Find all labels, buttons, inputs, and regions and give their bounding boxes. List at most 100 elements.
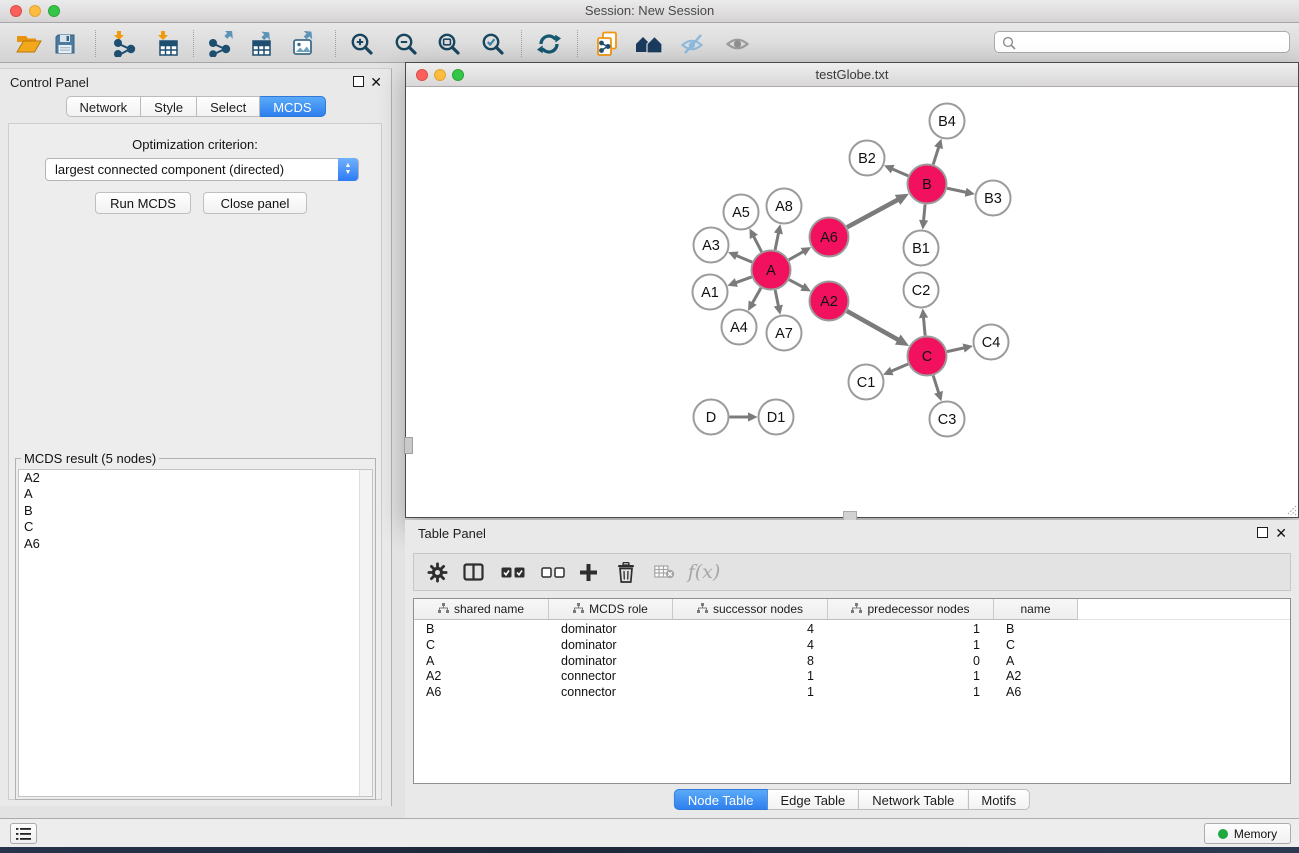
table-close-panel-icon[interactable]: ✕ [1275,527,1287,539]
mcds-result-list[interactable]: A2ABCA6 [18,469,373,797]
minimize-traffic-light[interactable] [29,5,41,17]
delete-column-button[interactable] [614,554,638,590]
import-network-button[interactable] [104,28,142,59]
graph-edge-B-B1[interactable] [924,204,926,221]
table-float-panel-icon[interactable] [1257,527,1268,538]
export-network-button[interactable] [202,28,240,59]
graph-edge-A-A8[interactable] [775,232,779,249]
tab-node-table[interactable]: Node Table [674,789,768,810]
close-panel-button[interactable]: Close panel [203,192,307,214]
export-table-button[interactable] [244,28,282,59]
table-cell[interactable]: 1 [828,621,994,637]
table-cell[interactable]: 1 [673,684,828,700]
column-header-predecessor-nodes[interactable]: predecessor nodes [828,599,994,620]
column-header-shared-name[interactable]: shared name [414,599,549,620]
table-cell[interactable]: C [414,637,549,653]
search-input[interactable] [1019,33,1285,53]
graph-edge-A2-C[interactable] [847,311,899,340]
table-cell[interactable]: A [994,653,1078,669]
add-column-button[interactable] [576,554,600,590]
graph-edge-C-C1[interactable] [891,364,908,371]
network-zoom-traffic-light[interactable] [452,69,464,81]
run-mcds-button[interactable]: Run MCDS [95,192,191,214]
result-list-item[interactable]: A [19,486,372,502]
table-cell[interactable]: 8 [673,653,828,669]
table-cell[interactable]: 1 [828,684,994,700]
table-cell[interactable]: dominator [549,621,673,637]
table-cell[interactable]: connector [549,668,673,684]
table-cell[interactable]: 4 [673,621,828,637]
tab-edge-table[interactable]: Edge Table [767,789,859,810]
zoom-selected-button[interactable] [474,28,512,59]
refresh-view-button[interactable] [530,28,568,59]
tab-mcds[interactable]: MCDS [260,96,325,117]
table-cell[interactable]: 1 [673,668,828,684]
select-all-button[interactable] [500,554,526,590]
show-all-button[interactable] [718,28,756,59]
hide-selected-button[interactable] [673,28,711,59]
zoom-out-button[interactable] [387,28,425,59]
table-cell[interactable]: A6 [994,684,1078,700]
table-cell[interactable]: 4 [673,637,828,653]
tab-motifs[interactable]: Motifs [968,789,1030,810]
show-columns-button[interactable] [461,554,485,590]
result-list-item[interactable]: C [19,519,372,535]
vertical-scrollbar-thumb[interactable] [404,437,413,454]
graph-edge-A-A6[interactable] [789,251,804,260]
graph-edge-A-A4[interactable] [752,288,761,304]
network-close-traffic-light[interactable] [416,69,428,81]
graph-edge-A-A7[interactable] [775,290,778,306]
table-cell[interactable]: A2 [414,668,549,684]
graph-edge-A6-B[interactable] [847,199,898,227]
zoom-in-button[interactable] [343,28,381,59]
column-header-successor-nodes[interactable]: successor nodes [673,599,828,620]
table-cell[interactable]: 0 [828,653,994,669]
new-network-from-selection-button[interactable] [588,28,626,59]
graph-edge-A-A5[interactable] [753,236,761,252]
tab-style[interactable]: Style [141,96,197,117]
result-list-item[interactable]: B [19,503,372,519]
search-box[interactable] [994,31,1290,53]
table-row-A2[interactable]: A2connector11A2 [414,668,1290,684]
close-panel-icon[interactable]: ✕ [370,76,382,88]
table-cell[interactable]: A6 [414,684,549,700]
export-image-button[interactable] [286,28,324,59]
graph-edge-B-B4[interactable] [933,147,939,165]
table-settings-button[interactable] [426,554,448,590]
table-row-C[interactable]: Cdominator41C [414,637,1290,653]
delete-table-button[interactable] [652,554,676,590]
result-list-scrollbar[interactable] [359,470,372,796]
function-builder-button[interactable]: f(x) [686,554,722,590]
graph-edge-C-C4[interactable] [947,348,965,352]
task-history-button[interactable] [10,823,37,844]
zoom-fit-button[interactable] [430,28,468,59]
graph-edge-B-B2[interactable] [892,169,908,176]
column-header-MCDS-role[interactable]: MCDS role [549,599,673,620]
graph-edge-C-C2[interactable] [923,317,925,336]
criterion-dropdown[interactable]: largest connected component (directed) ▲… [45,158,359,181]
table-row-B[interactable]: Bdominator41B [414,621,1290,637]
table-cell[interactable]: 1 [828,668,994,684]
table-cell[interactable]: A2 [994,668,1078,684]
tab-select[interactable]: Select [197,96,260,117]
graph-edge-A-A2[interactable] [789,280,803,288]
table-cell[interactable]: A [414,653,549,669]
table-row-A6[interactable]: A6connector11A6 [414,684,1290,700]
network-minimize-traffic-light[interactable] [434,69,446,81]
graph-edge-C-C3[interactable] [933,376,939,394]
table-row-A[interactable]: Adominator80A [414,653,1290,669]
graph-edge-A-A1[interactable] [735,277,751,283]
network-graph-canvas[interactable]: B4B2BB3A8A5A6A3B1AC2A1A2A4A7C4CC1DD1C3 [406,87,1297,517]
node-table[interactable]: shared nameMCDS rolesuccessor nodesprede… [413,598,1291,784]
column-header-name[interactable]: name [994,599,1078,620]
tab-network[interactable]: Network [65,96,141,117]
table-cell[interactable]: dominator [549,637,673,653]
table-cell[interactable]: dominator [549,653,673,669]
save-session-button[interactable] [46,28,84,59]
memory-button[interactable]: Memory [1204,823,1291,844]
tab-network-table[interactable]: Network Table [859,789,968,810]
table-cell[interactable]: B [994,621,1078,637]
table-cell[interactable]: B [414,621,549,637]
open-session-button[interactable] [10,28,48,59]
graph-edge-B-B3[interactable] [947,188,967,192]
